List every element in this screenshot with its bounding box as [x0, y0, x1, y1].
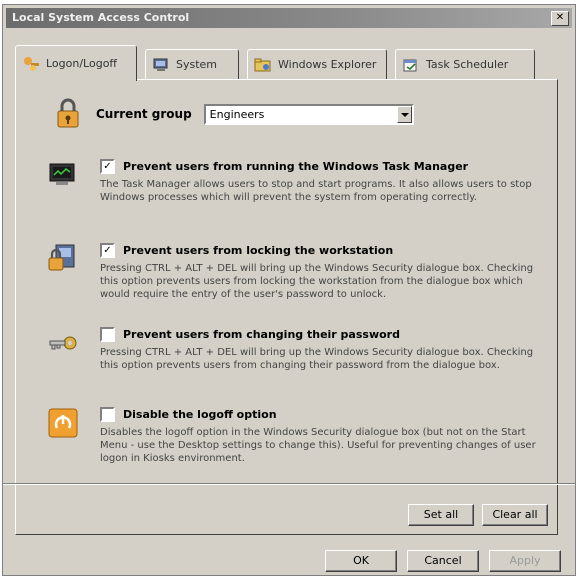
option-head: Prevent users from changing their passwo…: [100, 326, 551, 342]
lock-workstation-checkbox[interactable]: ✓: [100, 242, 115, 258]
divider: [3, 483, 575, 485]
option-head: ✓ Prevent users from locking the worksta…: [100, 242, 551, 258]
option-head: ✓ Prevent users from running the Windows…: [100, 158, 551, 174]
option-body: Prevent users from changing their passwo…: [100, 326, 551, 372]
option-head: Disable the logoff option: [100, 406, 551, 422]
option-description: The Task Manager allows users to stop an…: [100, 179, 532, 203]
window-title: Local System Access Control: [12, 11, 190, 24]
current-group-select[interactable]: Engineers: [203, 103, 414, 125]
tab-label: Logon/Logoff: [46, 57, 118, 70]
ok-button[interactable]: OK: [325, 550, 397, 572]
current-group-label: Current group: [96, 107, 192, 121]
apply-button[interactable]: Apply: [489, 550, 561, 572]
current-group-value: Engineers: [209, 107, 265, 121]
folder-explorer-icon: [254, 56, 272, 74]
set-all-button[interactable]: Set all: [408, 504, 474, 526]
tab-logon-logoff[interactable]: Logon/Logoff: [15, 45, 137, 81]
option-description: Disables the logoff option in the Window…: [100, 427, 536, 464]
tab-task-scheduler[interactable]: Task Scheduler: [395, 49, 535, 79]
tab-label: Windows Explorer: [278, 58, 377, 71]
computer-icon: [152, 56, 170, 74]
option-body: ✓ Prevent users from running the Windows…: [100, 158, 551, 204]
key-user-icon: [22, 55, 40, 73]
tab-windows-explorer[interactable]: Windows Explorer: [247, 49, 387, 79]
option-body: Disable the logoff option Disables the l…: [100, 406, 551, 465]
change-password-checkbox[interactable]: [100, 326, 115, 342]
group-row: Current group Engineers: [52, 96, 414, 132]
title-bar[interactable]: Local System Access Control ✕: [6, 8, 572, 28]
group-lock-icon: [52, 97, 86, 131]
cancel-button[interactable]: Cancel: [407, 550, 479, 572]
option-label: Prevent users from changing their passwo…: [123, 327, 400, 341]
tab-panel-logon-logoff: Current group Engineers ✓ Prevent users …: [15, 79, 558, 535]
option-body: ✓ Prevent users from locking the worksta…: [100, 242, 551, 301]
tab-strip: Logon/Logoff System Windows Explorer Tas…: [15, 45, 535, 81]
option-label: Prevent users from locking the workstati…: [123, 243, 394, 257]
option-label: Prevent users from running the Windows T…: [123, 159, 469, 173]
task-manager-checkbox[interactable]: ✓: [100, 158, 115, 174]
option-description: Pressing CTRL + ALT + DEL will bring up …: [100, 263, 534, 300]
lock-workstation-icon: [46, 242, 80, 276]
task-manager-icon: [46, 158, 80, 192]
option-description: Pressing CTRL + ALT + DEL will bring up …: [100, 347, 534, 371]
dialog-window: Local System Access Control ✕ Logon/Logo…: [2, 4, 576, 576]
scheduler-icon: [402, 56, 420, 74]
chevron-down-icon[interactable]: [396, 105, 412, 123]
option-label: Disable the logoff option: [123, 407, 277, 421]
tab-label: Task Scheduler: [426, 58, 509, 71]
close-button[interactable]: ✕: [551, 11, 569, 26]
tab-label: System: [176, 58, 218, 71]
logoff-icon: [46, 406, 80, 440]
tab-system[interactable]: System: [145, 49, 239, 79]
disable-logoff-checkbox[interactable]: [100, 406, 115, 422]
clear-all-button[interactable]: Clear all: [482, 504, 548, 526]
key-password-icon: [46, 326, 80, 360]
